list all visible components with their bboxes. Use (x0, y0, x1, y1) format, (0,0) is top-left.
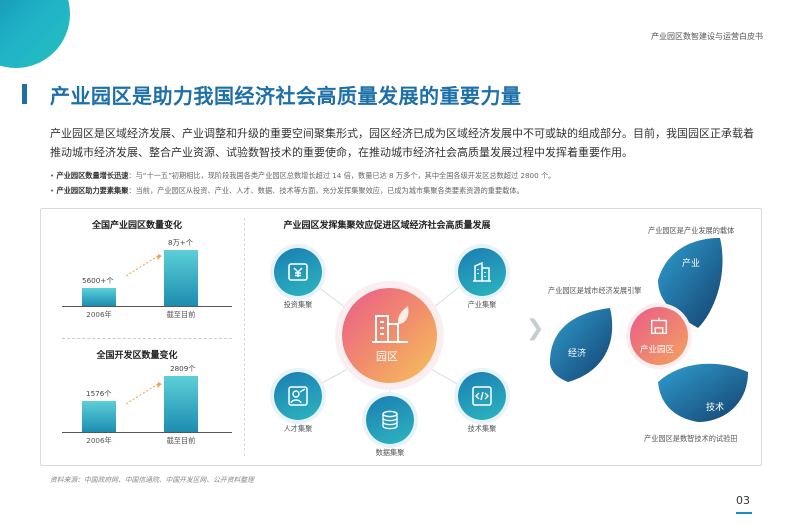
talent-icon (288, 386, 308, 406)
report-title: 产业园区数智建设与运营白皮书 (651, 32, 763, 41)
role-center-label: 产业园区 (640, 345, 675, 355)
intro-paragraph: 产业园区是区域经济发展、产业调整和升级的重要空间聚集形式，园区经济已成为区域经济… (50, 127, 754, 159)
chart-divider (62, 338, 232, 339)
code-icon (472, 386, 492, 406)
bar-2006-parks (82, 288, 116, 306)
industry-node (458, 248, 506, 296)
database-icon (382, 410, 398, 430)
bullet-text: ：当前，产业园区从投资、产业、人才、数据、技术等方面，充分发挥集聚效应，已成为城… (128, 186, 524, 195)
node-label: 数据集聚 (375, 448, 405, 457)
bullet-label: 产业园区助力要素集聚 (56, 186, 129, 195)
title-accent-bar (22, 84, 27, 104)
yuan-icon (288, 263, 308, 281)
category-label: 截至目前 (166, 310, 196, 319)
technology-node (458, 372, 506, 420)
data-node (366, 396, 414, 444)
page-title: 产业园区是助力我国经济社会高质量发展的重要力量 (50, 84, 522, 108)
bullet-text: ：与“十一五”初期相比，现阶段我国各类产业园区总数增长超过 14 倍，数量已达 … (128, 171, 556, 180)
corner-decoration (0, 0, 70, 68)
growth-arrow-icon (125, 254, 162, 277)
building-icon (473, 261, 491, 282)
value-label: 2809个 (170, 364, 196, 373)
chart-parks: 5600+个 8万+个 2006年 截至目前 (62, 234, 232, 324)
category-label: 2006年 (86, 436, 112, 445)
category-label: 截至目前 (166, 436, 196, 445)
park-icon (650, 317, 668, 335)
node-label: 产业集聚 (467, 300, 497, 309)
chart-zones: 1576个 2809个 2006年 截至目前 (62, 362, 232, 452)
page-number-underline (736, 512, 752, 514)
page-number: 03 (736, 494, 750, 507)
role-center: 产业园区 (630, 307, 688, 365)
bullet-growth: • 产业园区数量增长迅速：与“十一五”初期相比，现阶段我国各类产业园区总数增长超… (50, 171, 556, 180)
bullet-label: 产业园区数量增长迅速 (56, 171, 129, 180)
park-building-icon (372, 306, 409, 343)
role-caption: 产业园区是数智技术的试验田 (644, 434, 738, 443)
node-label: 人才集聚 (283, 424, 313, 433)
value-label: 1576个 (86, 389, 112, 398)
growth-arrow-icon (125, 382, 162, 405)
role-leaf-label: 经济 (568, 349, 587, 359)
node-label: 技术集聚 (467, 424, 497, 433)
chart-title-zones: 全国开发区数量变化 (96, 351, 178, 361)
value-label: 5600+个 (82, 276, 114, 285)
hub-label: 园区 (376, 350, 398, 363)
source-note: 资料来源：中国政府网、中国信通院、中国开发区网、公开资料整理 (50, 476, 254, 484)
role-leaf-label: 产业 (682, 259, 701, 269)
category-label: 2006年 (86, 310, 112, 319)
chart-baseline (62, 432, 232, 433)
park-hub: 园区 (342, 288, 437, 383)
bar-current-zones (164, 376, 198, 432)
chart-title-parks: 全国产业园区数量变化 (91, 221, 182, 231)
chevron-right-icon: ❯ (526, 316, 545, 341)
bar-2006-zones (82, 401, 116, 432)
bar-current-parks (164, 250, 198, 306)
bullet-agglomeration: • 产业园区助力要素集聚：当前，产业园区从投资、产业、人才、数据、技术等方面，充… (50, 186, 524, 195)
value-label: 8万+个 (168, 238, 193, 247)
section-divider (244, 218, 245, 456)
node-label: 投资集聚 (283, 300, 313, 309)
investment-node (274, 248, 322, 296)
role-leaf-label: 技术 (706, 403, 725, 413)
chart-baseline (62, 306, 232, 307)
talent-node (274, 372, 322, 420)
